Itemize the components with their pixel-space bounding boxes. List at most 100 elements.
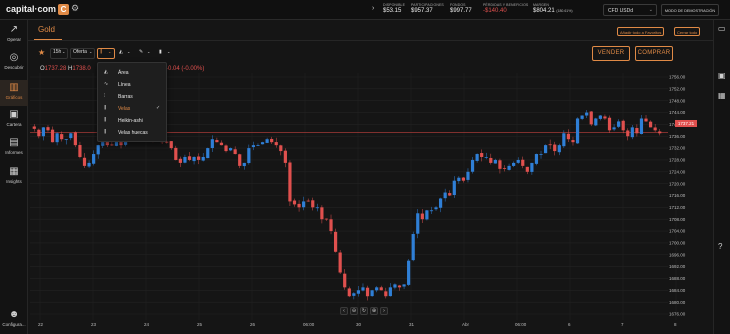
candle-body bbox=[110, 144, 114, 146]
candle-body bbox=[461, 177, 466, 181]
candle-body bbox=[388, 287, 392, 297]
menu-item-bars[interactable]: ⫶ Barras bbox=[98, 91, 166, 102]
candle-body bbox=[288, 162, 292, 202]
sidebar-item-operar[interactable]: ↗ Operar bbox=[0, 24, 28, 48]
candle-body bbox=[361, 287, 365, 291]
gear-icon[interactable]: ⚙ bbox=[71, 3, 79, 14]
watchlist-icon[interactable]: ▭ bbox=[718, 24, 726, 33]
reset-zoom-button[interactable]: ↻ bbox=[360, 307, 368, 315]
candle-body bbox=[279, 145, 283, 152]
candle-body bbox=[580, 115, 584, 119]
candle-body bbox=[270, 138, 274, 143]
menu-item-line[interactable]: ∿ Línea bbox=[98, 79, 166, 90]
candle-body bbox=[324, 218, 329, 220]
account-select[interactable]: CFD USDd ⌄ bbox=[603, 4, 657, 16]
candle-body bbox=[333, 231, 338, 252]
y-tick-label: 1744.00 bbox=[669, 110, 686, 115]
panel-icon[interactable]: ▣ bbox=[718, 71, 726, 80]
x-tick-label: 06:00 bbox=[515, 322, 527, 327]
candle-body bbox=[219, 142, 224, 146]
zoom-out-button[interactable]: ⊖ bbox=[350, 307, 358, 315]
candle-body bbox=[603, 116, 607, 119]
candle-body bbox=[543, 145, 548, 154]
candle-body bbox=[41, 127, 46, 137]
candle-body bbox=[55, 133, 59, 143]
scroll-right-button[interactable]: › bbox=[380, 307, 388, 315]
account-avatar[interactable]: C bbox=[58, 4, 69, 15]
candle-body bbox=[384, 291, 388, 297]
candle-body bbox=[553, 144, 557, 152]
candle-body bbox=[621, 120, 625, 131]
menu-item-heikin-ashi[interactable]: ⫼ Heikin-ashi bbox=[98, 115, 166, 126]
demo-mode-button[interactable]: MODO DE DEMOSTRACIÓN bbox=[661, 4, 719, 16]
candle-body bbox=[548, 144, 552, 146]
wallet-icon: ▣ bbox=[9, 109, 19, 120]
scroll-left-button[interactable]: ‹ bbox=[340, 307, 348, 315]
candle-body bbox=[242, 162, 246, 167]
zoom-in-button[interactable]: ⊕ bbox=[370, 307, 378, 315]
candle-body bbox=[635, 128, 639, 134]
candle-body bbox=[566, 133, 571, 140]
sidebar-item-descubrir[interactable]: ◎ Descubrir bbox=[0, 52, 28, 76]
candle-body bbox=[192, 156, 196, 162]
sidebar-item-configuracion[interactable]: ☻ Configura... bbox=[0, 309, 28, 333]
candle-body bbox=[233, 149, 237, 155]
add-all-favorites-button[interactable]: Añadir todo a Favoritos bbox=[617, 27, 665, 36]
candle-body bbox=[92, 154, 96, 164]
instrument-tab-gold[interactable]: Gold bbox=[38, 25, 55, 34]
candle-body bbox=[247, 148, 251, 164]
calendar-icon[interactable]: ▦ bbox=[718, 91, 726, 100]
candle-body bbox=[617, 121, 621, 127]
candle-body bbox=[557, 145, 561, 153]
help-icon[interactable]: ? bbox=[718, 242, 722, 251]
candle-body bbox=[60, 134, 64, 140]
candle-body bbox=[521, 159, 525, 166]
stat-pnl: PÉRDIDAS Y BENEFICIOS -$140.40 bbox=[483, 3, 529, 14]
buy-button[interactable]: COMPRAR bbox=[635, 46, 673, 61]
candle-body bbox=[283, 150, 287, 163]
sidebar-item-informes[interactable]: ▤ Informes bbox=[0, 137, 28, 161]
stat-funds: FONDOS $997.77 bbox=[450, 3, 472, 14]
favorite-star-icon[interactable]: ★ bbox=[38, 48, 45, 57]
candle-body bbox=[493, 159, 497, 164]
indicators-icon[interactable]: ◭ bbox=[119, 49, 123, 59]
sidebar-item-graficos[interactable]: ▥ Gráficos bbox=[0, 80, 28, 106]
top-bar: capital·com C ⚙ › DISPONIBLE $53.15 PART… bbox=[0, 0, 730, 20]
candle-body bbox=[648, 121, 653, 128]
close-all-button[interactable]: Cerrar todo bbox=[674, 27, 701, 36]
y-axis: 1756.001752.001748.001744.001740.001736.… bbox=[669, 75, 686, 317]
candle-body bbox=[169, 141, 173, 149]
x-tick-label: 06:00 bbox=[303, 322, 315, 327]
candle-body bbox=[187, 156, 192, 160]
right-sidebar: ▭ ▣ ▦ ? bbox=[713, 20, 730, 334]
menu-item-candles[interactable]: ⫼ Velas ✓ bbox=[98, 103, 166, 114]
expand-icon[interactable]: › bbox=[372, 5, 374, 12]
chevron-down-icon: ⌄ bbox=[648, 7, 653, 13]
left-sidebar: ↗ Operar ◎ Descubrir ▥ Gráficos ▣ Carter… bbox=[0, 20, 28, 334]
candle-body bbox=[64, 139, 68, 141]
trash-icon[interactable]: ▮ bbox=[159, 49, 162, 59]
candle-body bbox=[238, 154, 242, 166]
candle-body bbox=[438, 198, 443, 208]
x-tick-label: 31 bbox=[409, 322, 415, 327]
sell-button[interactable]: VENDER bbox=[592, 46, 630, 61]
menu-item-hollow-candles[interactable]: ⫼ Velas huecas bbox=[98, 127, 166, 138]
menu-item-area[interactable]: ◭ Área bbox=[98, 67, 166, 78]
chevron-down-icon: ⌄ bbox=[147, 49, 151, 54]
chevron-down-icon: ⌄ bbox=[108, 49, 112, 54]
candle-body bbox=[320, 207, 324, 220]
sidebar-item-insights[interactable]: ▦ Insights bbox=[0, 166, 28, 190]
stat-margin: MARGEN $804.21 (180.61%) bbox=[533, 3, 573, 14]
candle-body bbox=[658, 131, 662, 134]
x-tick-label: Abr bbox=[462, 322, 470, 327]
sidebar-item-cartera[interactable]: ▣ Cartera bbox=[0, 109, 28, 133]
candle-body bbox=[201, 156, 205, 161]
candle-body bbox=[452, 180, 456, 196]
draw-tool-icon[interactable]: ✎ bbox=[139, 49, 143, 59]
y-tick-label: 1684.00 bbox=[669, 288, 686, 293]
price-type-label: Oferta bbox=[73, 49, 87, 55]
y-tick-label: 1708.00 bbox=[669, 217, 686, 222]
y-tick-label: 1716.00 bbox=[669, 193, 686, 198]
candle-body bbox=[425, 210, 429, 220]
app-logo[interactable]: capital·com bbox=[6, 4, 56, 14]
